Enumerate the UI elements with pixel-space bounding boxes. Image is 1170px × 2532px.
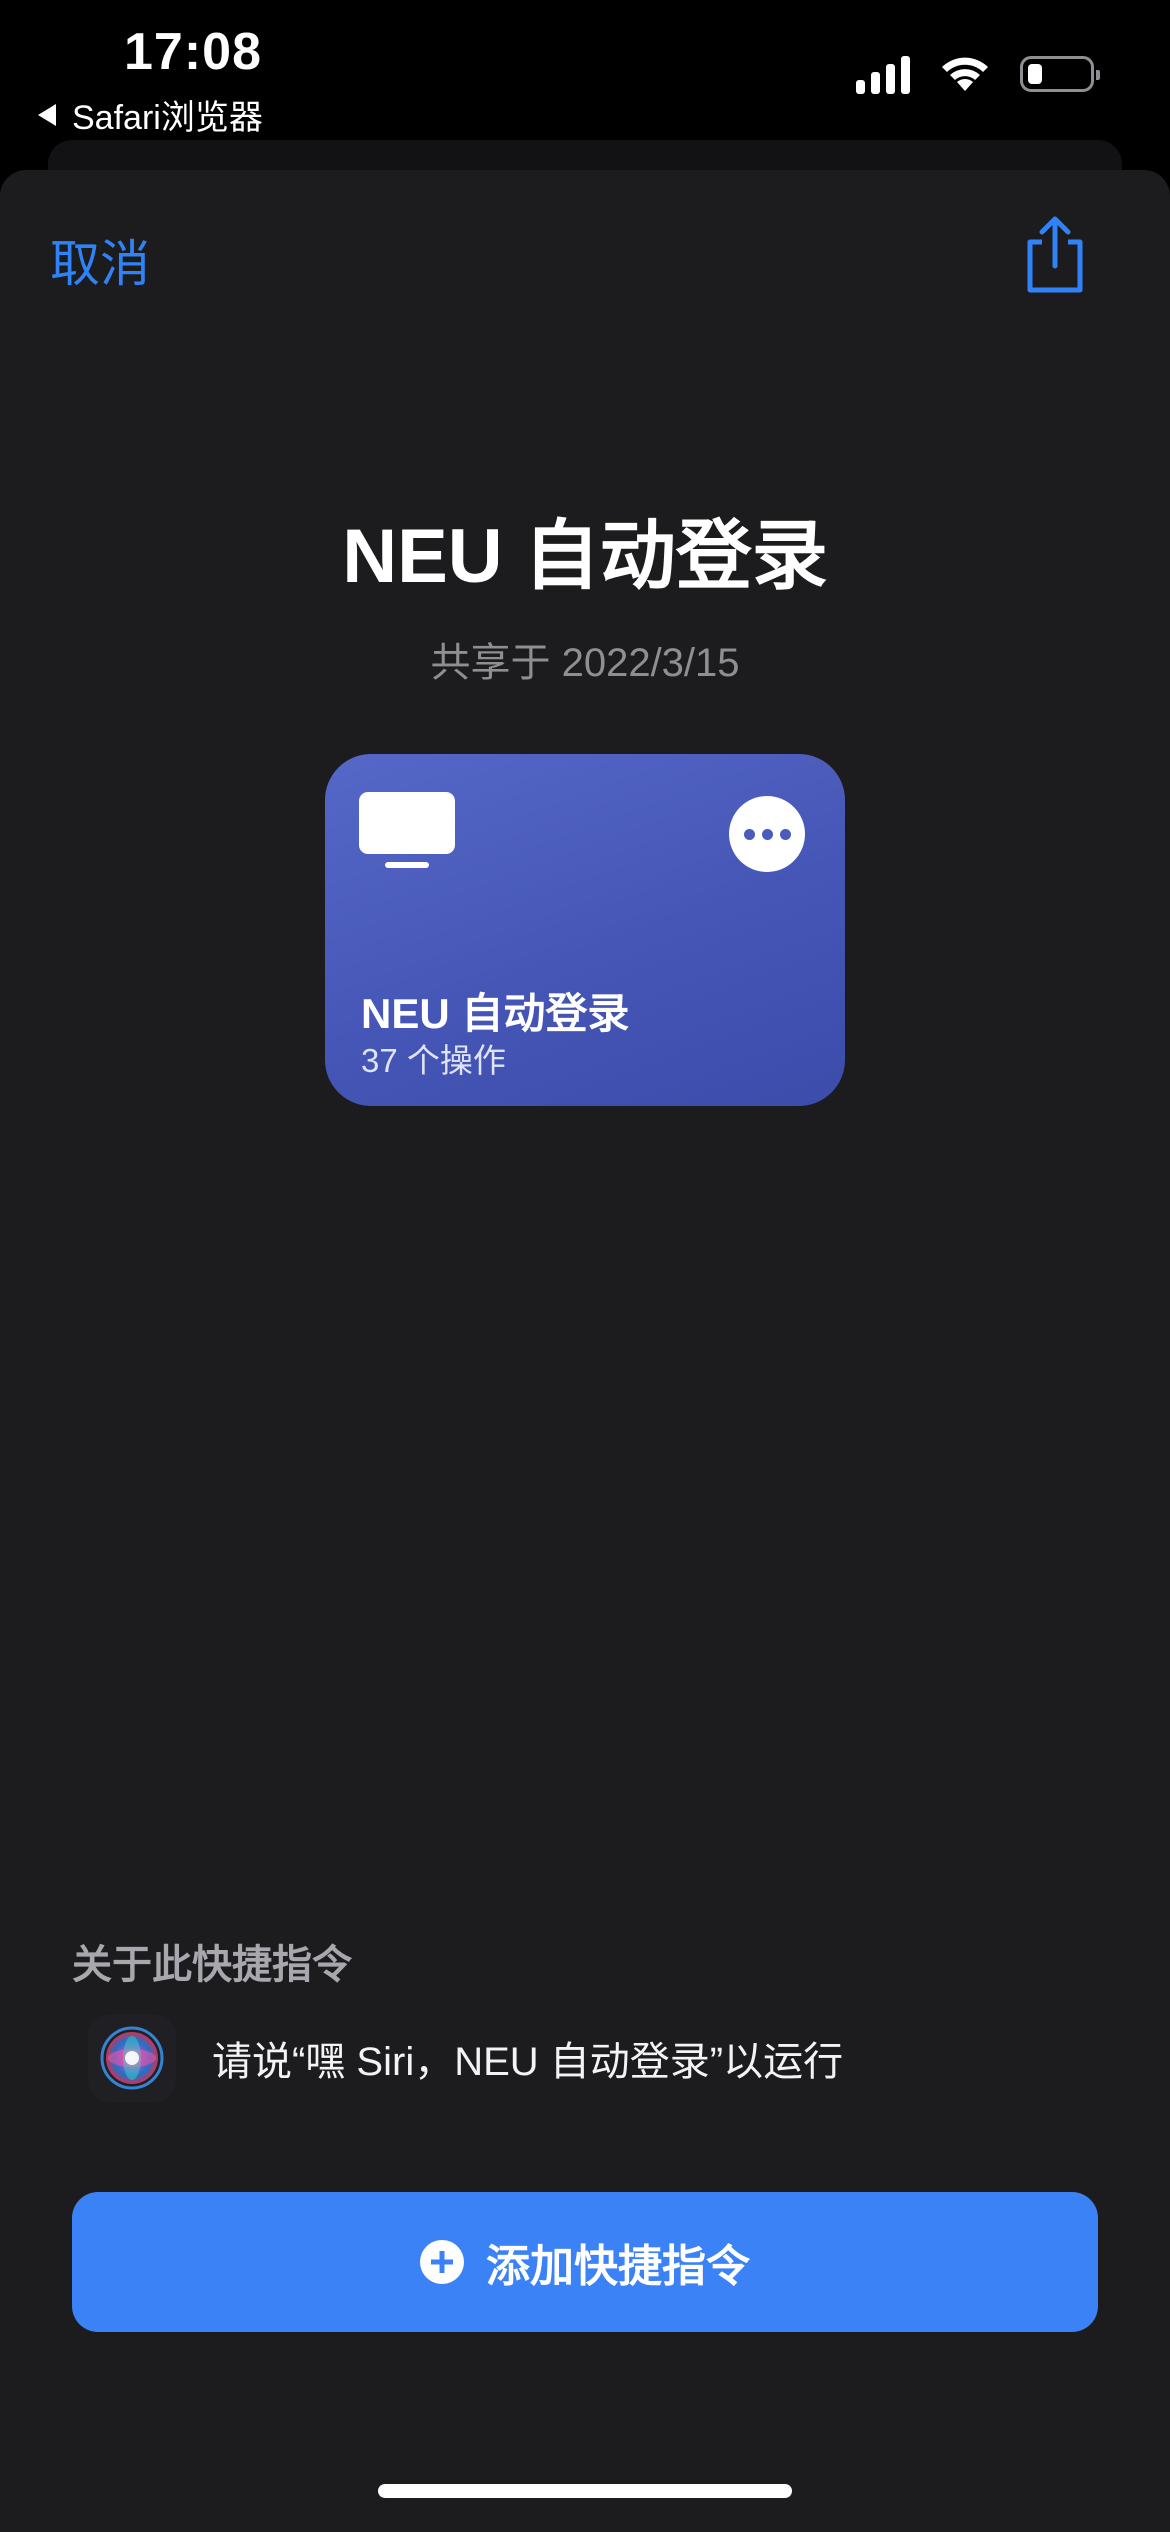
cellular-signal-icon [856, 54, 910, 94]
battery-icon [1020, 56, 1100, 92]
card-shortcut-name: NEU 自动登录 [361, 990, 630, 1037]
wifi-icon [942, 57, 988, 91]
plus-circle-icon [420, 2240, 464, 2284]
shortcut-title: NEU 自动登录 [342, 514, 828, 599]
back-to-app-link[interactable]: Safari浏览器 [38, 90, 263, 139]
more-options-button[interactable] [729, 796, 805, 872]
about-heading: 关于此快捷指令 [72, 1943, 352, 1987]
siri-row: 请说“嘿 Siri，NEU 自动登录”以运行 [88, 2014, 843, 2102]
dot [743, 828, 755, 840]
status-time: 17:08 [124, 23, 262, 81]
monitor-icon [359, 792, 455, 868]
shortcut-card[interactable]: NEU 自动登录 37 个操作 [325, 754, 845, 1106]
cancel-button[interactable]: 取消 [50, 224, 150, 296]
back-arrow-icon [38, 103, 56, 126]
add-shortcut-label: 添加快捷指令 [486, 2242, 750, 2291]
add-shortcut-button[interactable]: 添加快捷指令 [72, 2192, 1098, 2332]
dot [779, 828, 791, 840]
share-icon[interactable] [1020, 214, 1090, 294]
siri-phrase: 请说“嘿 Siri，NEU 自动登录”以运行 [212, 2040, 844, 2084]
back-app-label: Safari浏览器 [72, 99, 263, 137]
card-action-count: 37 个操作 [361, 1042, 506, 1079]
home-indicator[interactable] [378, 2484, 792, 2498]
dot [761, 828, 773, 840]
status-icons [856, 54, 1100, 94]
siri-icon [88, 2014, 176, 2102]
shared-date: 共享于 2022/3/15 [430, 641, 740, 685]
